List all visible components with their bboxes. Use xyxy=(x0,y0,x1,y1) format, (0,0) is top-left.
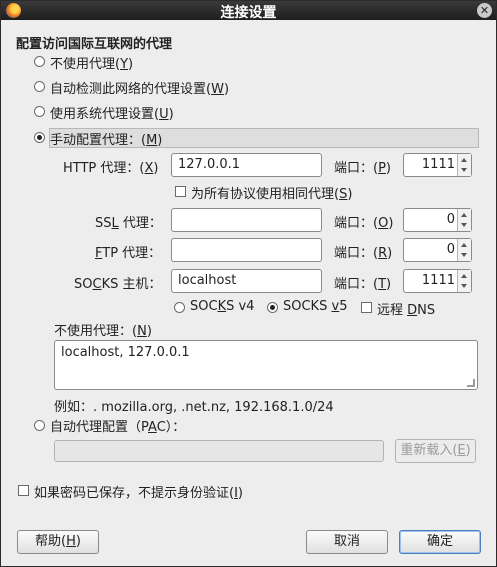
no-proxy-for-value: localhost, 127.0.0.1 xyxy=(61,345,190,360)
ssl-port-value: 0 xyxy=(446,212,455,227)
window-title: 连接设置 xyxy=(220,5,277,21)
remote-dns-checkbox[interactable] xyxy=(361,302,372,313)
socks-v4-label[interactable]: SOCKS v4 xyxy=(190,299,254,314)
no-auth-checkbox[interactable] xyxy=(18,485,29,496)
spin-up-icon[interactable] xyxy=(461,158,467,162)
no-proxy-for-label: 不使用代理：(N) xyxy=(54,324,152,339)
cancel-button[interactable]: 取消 xyxy=(306,530,388,554)
ssl-port-spinner[interactable]: 0 xyxy=(403,208,472,232)
socks-port-value: 1111 xyxy=(421,273,455,288)
socks-host-input[interactable]: localhost xyxy=(171,269,322,293)
ssl-proxy-input[interactable] xyxy=(171,208,322,232)
title-bar: 连接设置 ✕ xyxy=(1,1,496,21)
spin-up-icon[interactable] xyxy=(461,243,467,247)
no-proxy-label[interactable]: 不使用代理(Y) xyxy=(50,53,133,72)
section-title: 配置访问国际互联网的代理 xyxy=(16,37,173,52)
manual-proxy-radio[interactable] xyxy=(34,132,45,143)
remote-dns-label[interactable]: 远程 DNS xyxy=(377,299,435,318)
same-proxy-checkbox[interactable] xyxy=(175,186,186,197)
spin-down-icon[interactable] xyxy=(461,284,467,288)
pac-url-input[interactable] xyxy=(54,440,384,462)
socks-v4-radio[interactable] xyxy=(174,302,185,313)
ssl-proxy-label: SSL 代理： xyxy=(95,216,162,231)
spin-up-icon[interactable] xyxy=(461,274,467,278)
system-proxy-radio[interactable] xyxy=(34,106,45,117)
no-auth-label[interactable]: 如果密码已保存，不提示身份验证(I) xyxy=(34,482,243,501)
same-proxy-label[interactable]: 为所有协议使用相同代理(S) xyxy=(191,183,352,202)
no-proxy-for-textarea[interactable]: localhost, 127.0.0.1 xyxy=(54,340,478,390)
socks-host-label: SOCKS 主机： xyxy=(74,277,162,292)
resize-grip-icon[interactable] xyxy=(467,379,475,387)
http-proxy-label: HTTP 代理：(X) xyxy=(63,161,159,176)
http-proxy-input[interactable]: 127.0.0.1 xyxy=(171,153,322,177)
no-proxy-radio[interactable] xyxy=(34,56,45,67)
pac-radio[interactable] xyxy=(34,420,45,431)
pac-label[interactable]: 自动代理配置（PAC）： xyxy=(50,416,185,435)
reload-button[interactable]: 重新载入(E) xyxy=(395,439,476,463)
socks-port-label: 端口：(T) xyxy=(334,277,392,292)
close-icon[interactable]: ✕ xyxy=(477,3,492,18)
ftp-port-label: 端口：(R) xyxy=(334,246,393,261)
spin-up-icon[interactable] xyxy=(461,213,467,217)
auto-detect-radio[interactable] xyxy=(34,81,45,92)
ftp-proxy-input[interactable] xyxy=(171,238,322,262)
ok-button[interactable]: 确定 xyxy=(399,530,481,554)
socks-port-spinner[interactable]: 1111 xyxy=(403,269,472,293)
auto-detect-label[interactable]: 自动检测此网络的代理设置(W) xyxy=(50,78,229,97)
http-port-spinner[interactable]: 1111 xyxy=(403,153,472,177)
spin-down-icon[interactable] xyxy=(461,223,467,227)
connection-settings-dialog: 连接设置 ✕ 配置访问国际互联网的代理 不使用代理(Y) 自动检测此网络的代理设… xyxy=(0,0,497,567)
help-button[interactable]: 帮助(H) xyxy=(17,530,99,554)
spin-down-icon[interactable] xyxy=(461,253,467,257)
ftp-proxy-label: FTP 代理： xyxy=(95,246,162,261)
ftp-port-value: 0 xyxy=(446,242,455,257)
ssl-port-label: 端口：(O) xyxy=(334,216,394,231)
no-proxy-example: 例如：. mozilla.org, .net.nz, 192.168.1.0/2… xyxy=(54,400,334,415)
http-port-value: 1111 xyxy=(421,157,455,172)
socks-v5-label[interactable]: SOCKS v5 xyxy=(283,299,347,314)
spin-down-icon[interactable] xyxy=(461,168,467,172)
ftp-port-spinner[interactable]: 0 xyxy=(403,238,472,262)
http-port-label: 端口：(P) xyxy=(334,161,391,176)
system-proxy-label[interactable]: 使用系统代理设置(U) xyxy=(50,103,174,122)
manual-proxy-label[interactable]: 手动配置代理：(M) xyxy=(50,129,162,148)
socks-v5-radio[interactable] xyxy=(267,302,278,313)
